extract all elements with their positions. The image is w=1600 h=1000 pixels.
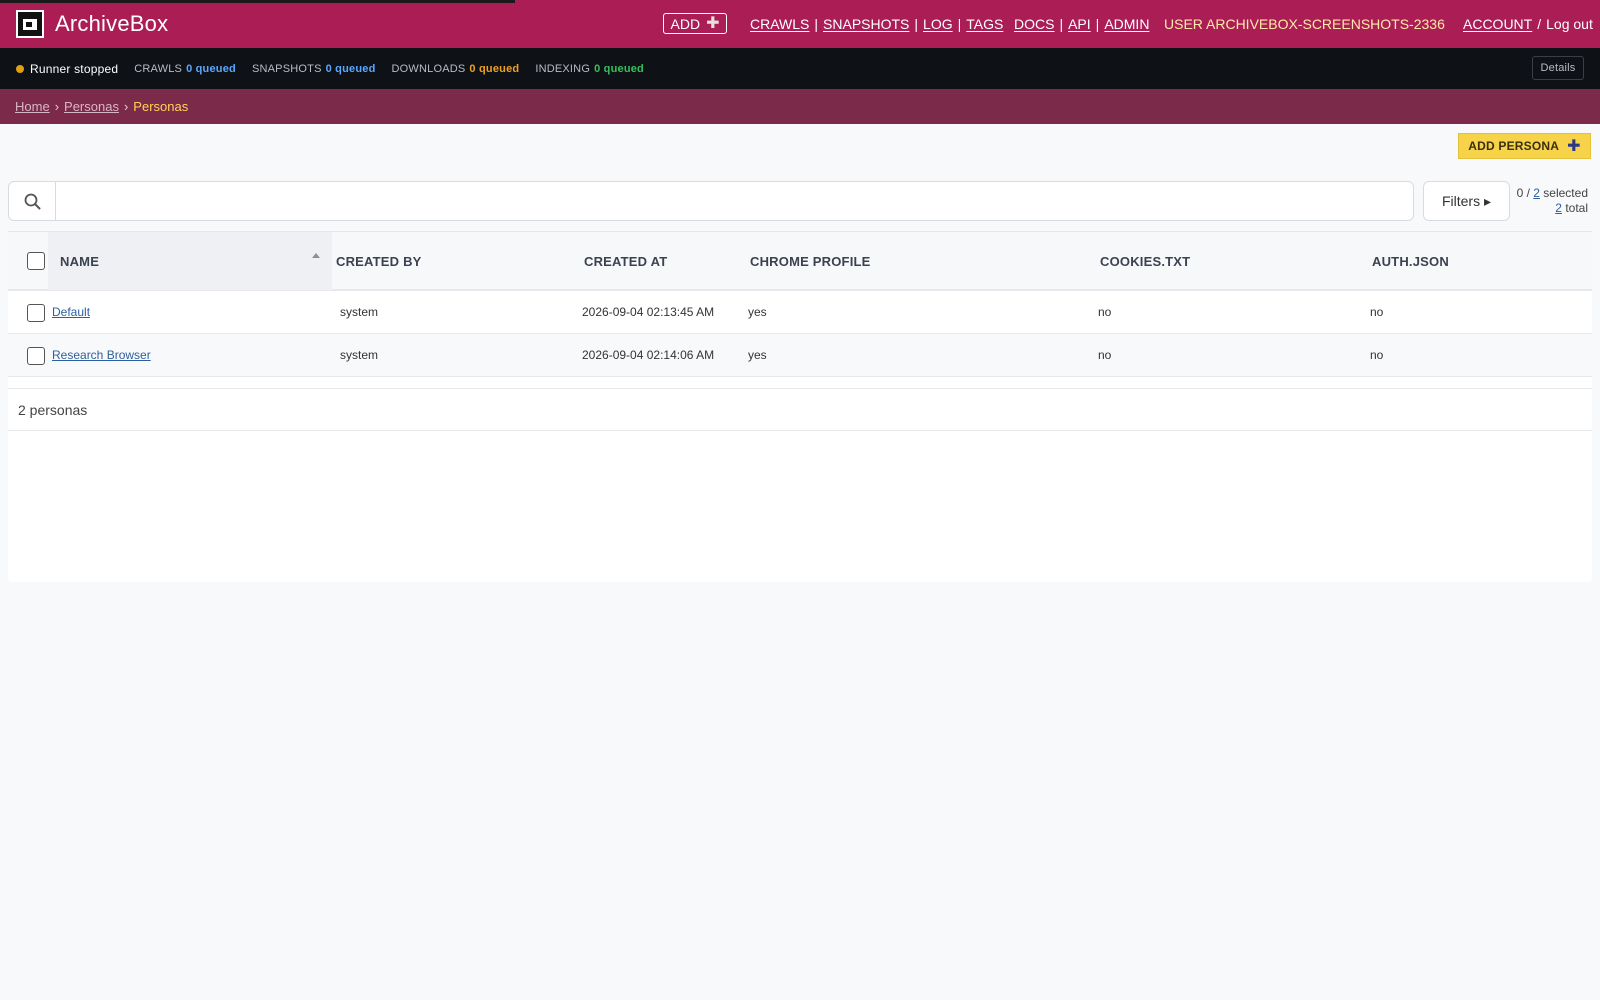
plus-icon: ✚ xyxy=(706,14,720,32)
runner-status-icon xyxy=(16,64,24,73)
column-auth[interactable]: AUTH.JSON xyxy=(1372,232,1449,290)
column-created-at[interactable]: CREATED AT xyxy=(584,232,667,290)
table-header: NAME CREATED BY CREATED AT CHROME PROFIL… xyxy=(8,231,1592,291)
nav-api[interactable]: API xyxy=(1068,16,1091,32)
brand-name[interactable]: ArchiveBox xyxy=(55,11,168,37)
row-checkbox[interactable] xyxy=(27,304,45,322)
search-icon xyxy=(9,182,56,220)
archivebox-logo-icon xyxy=(16,10,44,38)
nav-primary: CRAWLS | SNAPSHOTS | LOG | TAGS xyxy=(750,16,1004,32)
queue-downloads: DOWNLOADS 0 queued xyxy=(391,62,520,75)
cell-created-at: 2026-09-04 02:14:06 AM xyxy=(582,348,715,362)
nav-log[interactable]: LOG xyxy=(923,16,953,32)
account-links: ACCOUNT / Log out xyxy=(1463,16,1593,32)
top-header: ArchiveBox ADD ✚ CRAWLS | SNAPSHOTS | LO… xyxy=(0,0,1600,48)
table-row: Default system 2026-09-04 02:13:45 AM ye… xyxy=(8,291,1592,334)
nav-tags[interactable]: TAGS xyxy=(966,16,1003,32)
breadcrumb-current: Personas xyxy=(133,99,189,114)
user-label: USER ARCHIVEBOX-SCREENSHOTS-2336 xyxy=(1164,16,1445,32)
nav-crawls[interactable]: CRAWLS xyxy=(750,16,809,32)
column-cookies[interactable]: COOKIES.TXT xyxy=(1100,232,1190,290)
column-name[interactable]: NAME xyxy=(48,232,332,290)
cell-auth: no xyxy=(1370,348,1384,362)
add-button[interactable]: ADD ✚ xyxy=(663,13,727,34)
selection-counter: 0 / 2 selected 2 total xyxy=(1516,186,1588,215)
cell-created-at: 2026-09-04 02:13:45 AM xyxy=(582,305,715,319)
add-persona-button[interactable]: ADD PERSONA ✚ xyxy=(1458,133,1591,159)
cell-cookies: no xyxy=(1098,305,1112,319)
search-input[interactable] xyxy=(57,182,1413,220)
row-checkbox[interactable] xyxy=(27,347,45,365)
select-all-checkbox[interactable] xyxy=(27,252,45,270)
cell-created-by: system xyxy=(340,305,379,319)
cell-chrome-profile: yes xyxy=(748,348,767,362)
add-button-label: ADD xyxy=(670,15,701,32)
result-count: 2 personas xyxy=(8,388,1592,431)
cell-auth: no xyxy=(1370,305,1384,319)
nav-secondary: DOCS | API | ADMIN xyxy=(1014,16,1150,32)
total-link[interactable]: 2 xyxy=(1555,201,1562,215)
personas-table: NAME CREATED BY CREATED AT CHROME PROFIL… xyxy=(8,231,1592,582)
column-created-by[interactable]: CREATED BY xyxy=(336,232,422,290)
status-bar: Runner stopped CRAWLS 0 queued SNAPSHOTS 0… xyxy=(0,48,1600,89)
nav-snapshots[interactable]: SNAPSHOTS xyxy=(823,16,909,32)
breadcrumb-personas[interactable]: Personas xyxy=(64,99,119,114)
logout-link[interactable]: Log out xyxy=(1546,16,1593,32)
nav-admin[interactable]: ADMIN xyxy=(1104,16,1149,32)
queue-crawls: CRAWLS 0 queued xyxy=(134,62,236,75)
persona-link[interactable]: Default xyxy=(52,305,90,319)
search-bar xyxy=(8,181,1414,221)
table-row: Research Browser system 2026-09-04 02:14… xyxy=(8,334,1592,377)
account-link[interactable]: ACCOUNT xyxy=(1463,16,1532,32)
plus-icon: ✚ xyxy=(1567,138,1581,155)
sort-asc-icon[interactable] xyxy=(312,253,320,258)
user-info: USER ARCHIVEBOX-SCREENSHOTS-2336 xyxy=(1164,14,1445,34)
breadcrumb: Home › Personas › Personas xyxy=(0,89,1600,124)
brand[interactable]: ArchiveBox xyxy=(16,8,168,40)
details-button[interactable]: Details xyxy=(1532,56,1584,80)
nav-docs[interactable]: DOCS xyxy=(1014,16,1054,32)
cell-created-by: system xyxy=(340,348,379,362)
persona-link[interactable]: Research Browser xyxy=(52,348,151,362)
filters-button[interactable]: Filters ▸ xyxy=(1423,181,1510,221)
cell-cookies: no xyxy=(1098,348,1112,362)
queue-snapshots: SNAPSHOTS 0 queued xyxy=(251,62,376,75)
runner-status: Runner stopped xyxy=(30,61,119,76)
select-all-link[interactable]: 2 xyxy=(1533,186,1540,200)
queue-indexing: INDEXING 0 queued xyxy=(535,62,644,75)
breadcrumb-home[interactable]: Home xyxy=(15,99,50,114)
page-progress-bar xyxy=(0,0,515,3)
cell-chrome-profile: yes xyxy=(748,305,767,319)
column-chrome-profile[interactable]: CHROME PROFILE xyxy=(750,232,871,290)
